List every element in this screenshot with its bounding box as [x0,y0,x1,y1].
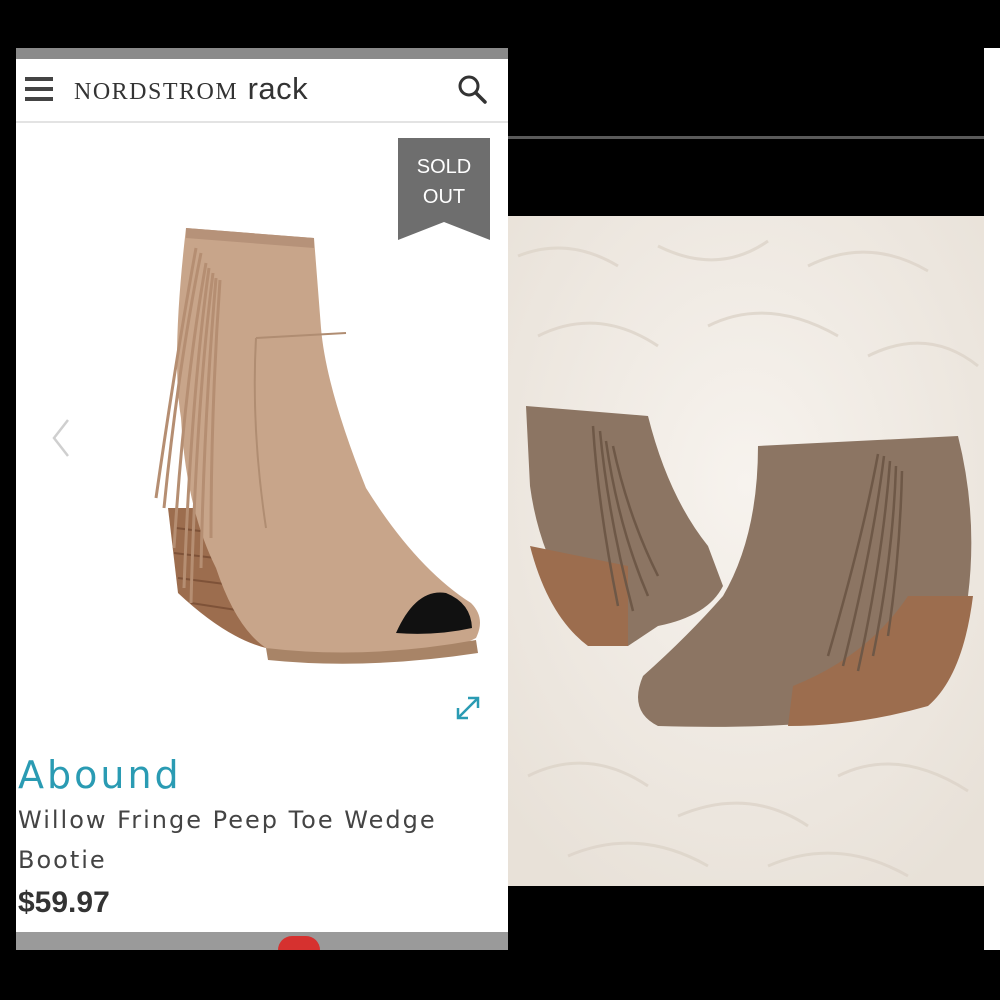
photo-panel [508,48,984,950]
site-header: NORDSTROM rack [16,59,508,123]
product-page-screenshot: NORDSTROM rack SOLD OUT Abound Willow Fr… [16,48,508,950]
boots-on-fur-photo [508,216,984,886]
product-title-line-1: Willow Fringe Peep Toe Wedge [18,806,437,834]
hamburger-menu-icon[interactable] [25,77,53,101]
product-title-line-2: Bootie [18,846,107,874]
divider [508,136,984,139]
chevron-left-icon[interactable] [48,416,78,460]
product-price: $59.97 [18,886,110,919]
product-title: Willow Fringe Peep Toe Wedge Bootie [18,800,508,880]
product-brand[interactable]: Abound [18,753,182,797]
right-edge-strip [984,48,1000,950]
logo-primary: NORDSTROM [74,79,239,105]
badge-line-1: SOLD [416,156,472,178]
toolbar-red-icon [278,936,320,950]
site-logo[interactable]: NORDSTROM rack [74,71,308,107]
product-image[interactable] [116,208,496,678]
bottom-toolbar [16,932,508,950]
search-icon[interactable] [456,73,490,107]
status-strip [16,48,508,59]
expand-arrows-icon[interactable] [452,692,484,724]
logo-secondary: rack [247,71,309,106]
